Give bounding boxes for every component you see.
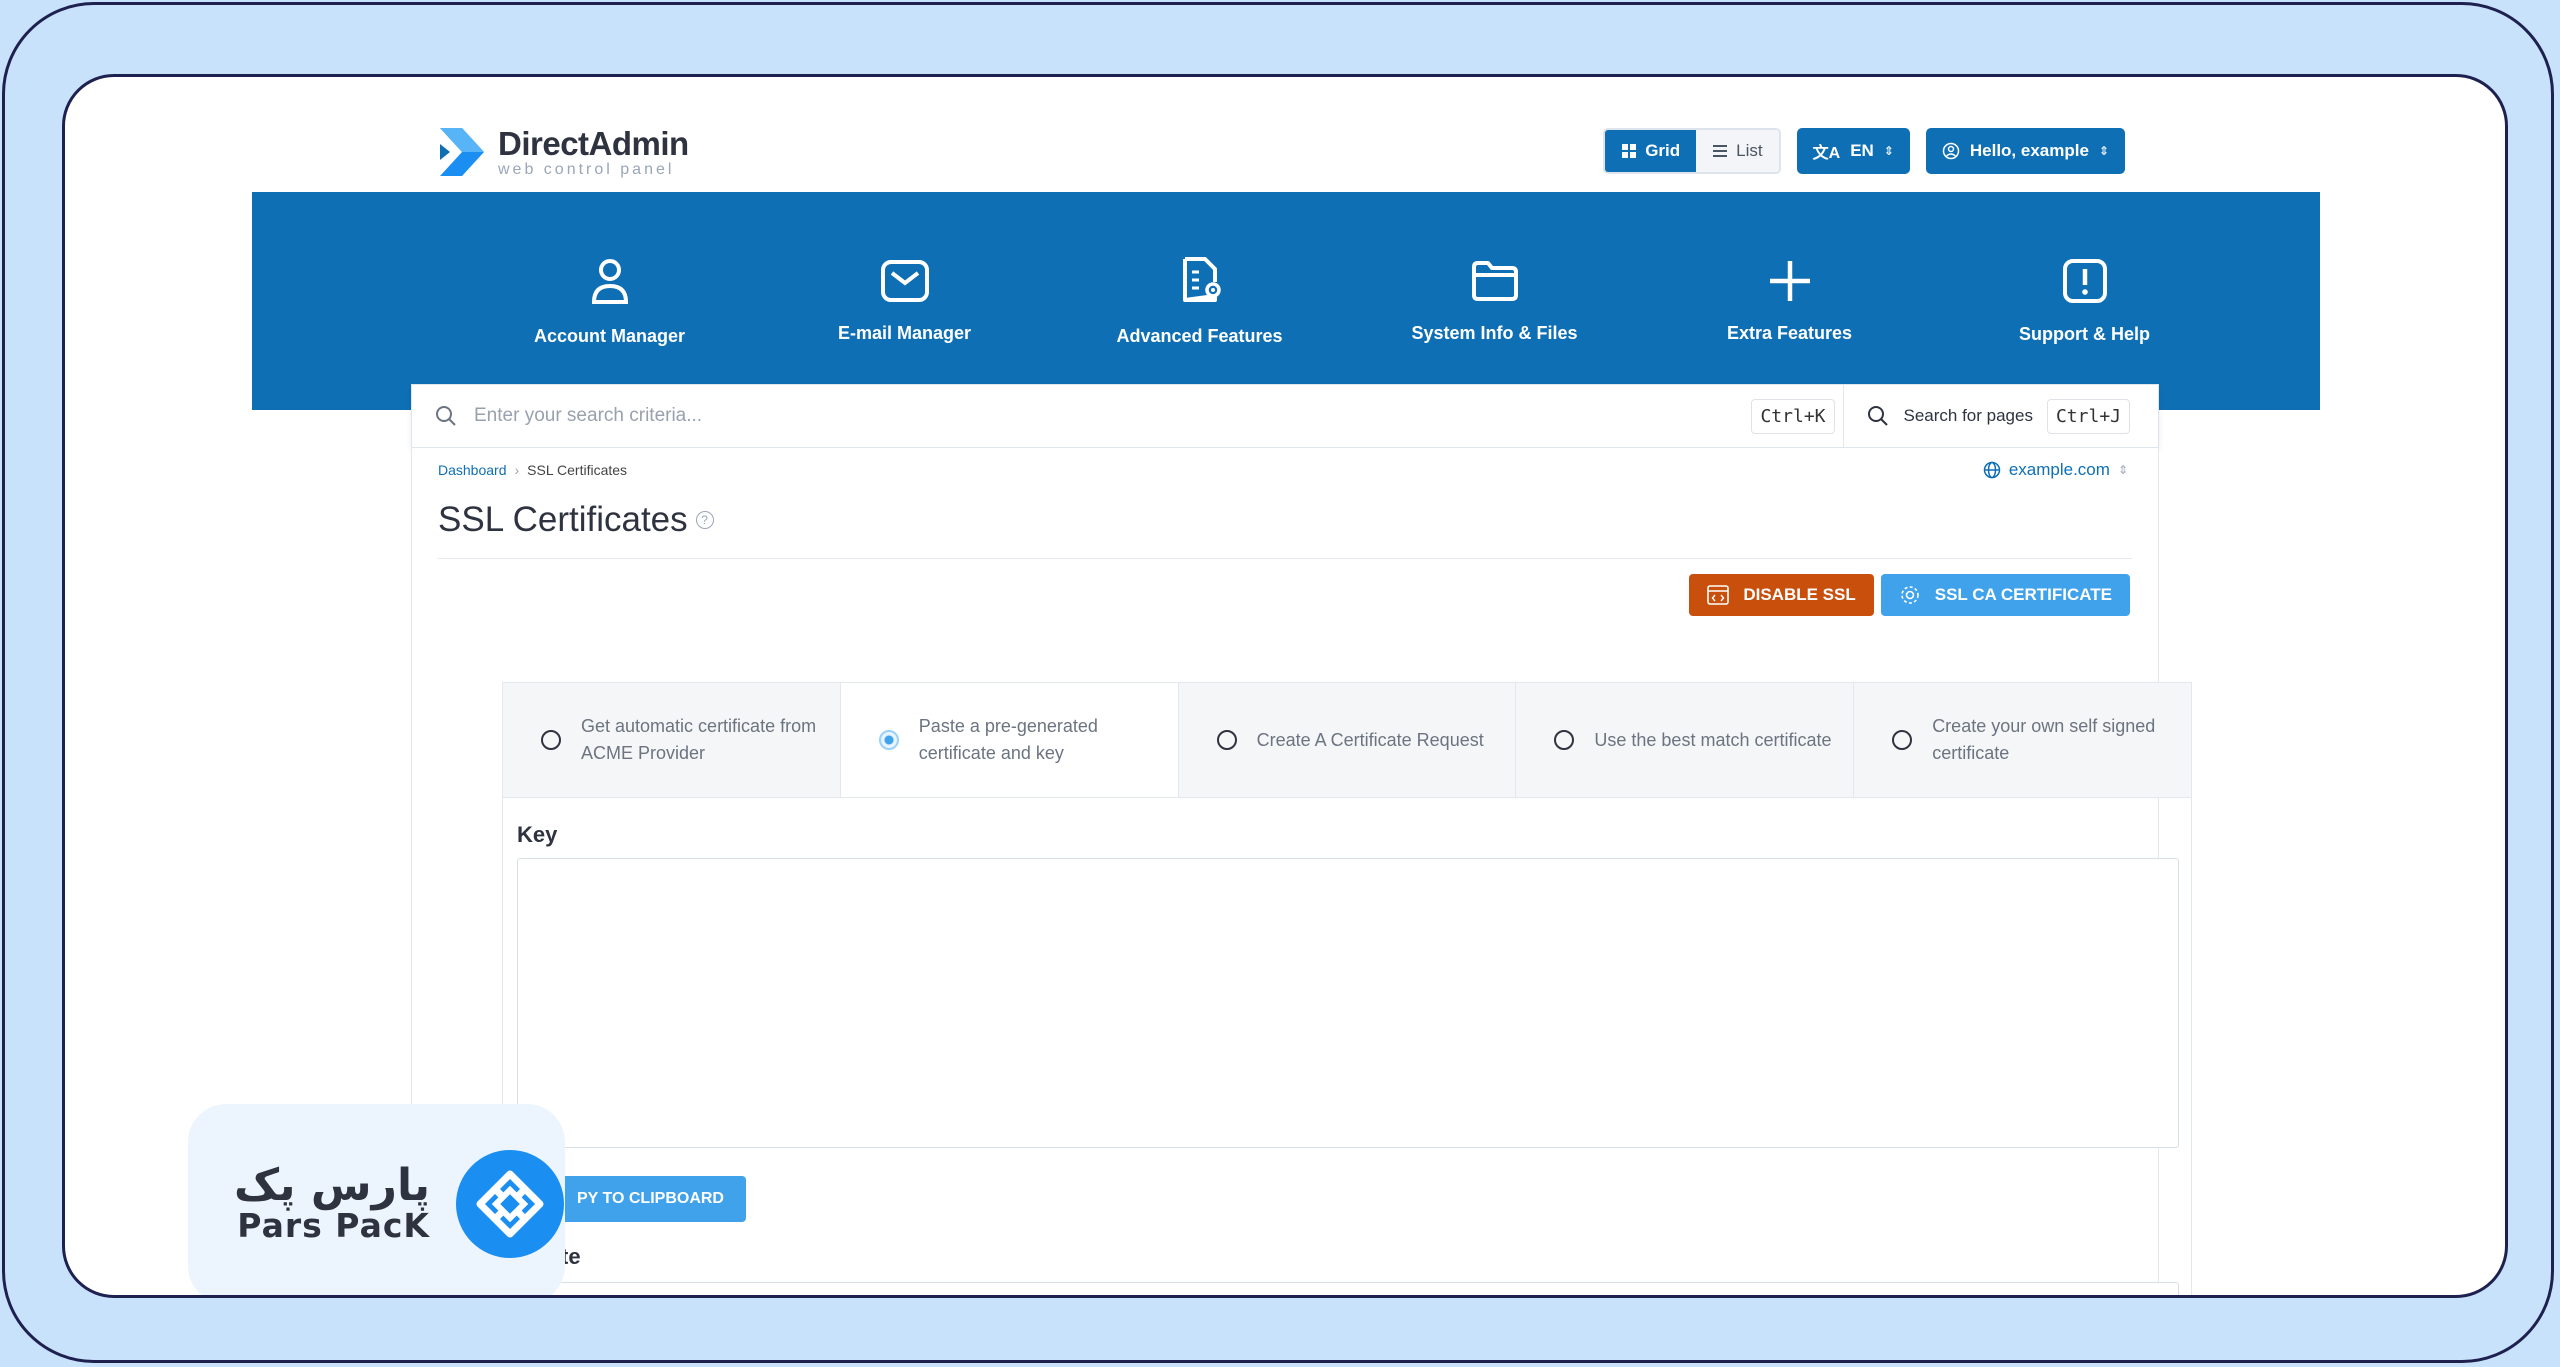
search-pages-label: Search for pages <box>1903 406 2033 425</box>
pages-shortcut: Ctrl+J <box>2046 398 2130 434</box>
brand-title: DirectAdmin <box>498 124 689 162</box>
main-nav-band: Account Manager E-mail Manager Advanced … <box>252 192 2320 410</box>
alert-icon <box>2062 258 2107 303</box>
search-bar: Ctrl+K Search for pages Ctrl+J <box>411 384 2159 448</box>
parspack-watermark: پارس پک Pars PacK <box>188 1104 565 1295</box>
nav-label: Advanced Features <box>1116 325 1283 346</box>
folder-icon <box>1471 260 1518 301</box>
browser-viewport: DirectAdmin web control panel Grid List … <box>62 74 2508 1298</box>
directadmin-logo-icon <box>440 128 484 176</box>
option-label: Paste a pre-generated certificate and ke… <box>918 716 1098 763</box>
option-best-match[interactable]: Use the best match certificate <box>1516 683 1855 797</box>
page-title-text: SSL Certificates <box>438 500 688 539</box>
divider <box>438 558 2132 559</box>
list-icon <box>1713 145 1728 157</box>
option-label: Create A Certificate Request <box>1256 729 1484 750</box>
search-shortcut: Ctrl+K <box>1751 398 1835 434</box>
action-buttons: DISABLE SSL SSL CA CERTIFICATE <box>1689 574 2130 616</box>
nav-label: Account Manager <box>533 325 686 346</box>
chevron-updown-icon: ⇕ <box>1883 144 1894 158</box>
search-pages-button[interactable]: Search for pages Ctrl+J <box>1844 385 2159 447</box>
certificate-form: Key PY TO CLIPBOARD ificate <box>502 798 2192 1295</box>
parspack-fa-text: پارس پک <box>234 1159 430 1211</box>
mail-icon <box>880 259 929 302</box>
nav-support-help[interactable]: Support & Help <box>1937 192 2232 410</box>
search-input[interactable] <box>474 405 1736 427</box>
outer-frame: DirectAdmin web control panel Grid List … <box>2 2 2554 1363</box>
code-window-icon <box>1707 585 1730 605</box>
option-label: Create your own self signed certificate <box>1932 716 2156 763</box>
option-paste-cert[interactable]: Paste a pre-generated certificate and ke… <box>840 683 1179 797</box>
domain-label: example.com <box>2008 460 2110 479</box>
nav-label: Extra Features <box>1726 322 1853 343</box>
parspack-en-text: Pars PacK <box>237 1205 430 1245</box>
key-label: Key <box>517 822 558 847</box>
breadcrumb-dashboard[interactable]: Dashboard <box>438 462 507 478</box>
ssl-ca-label: SSL CA CERTIFICATE <box>1934 585 2112 604</box>
nav-label: Support & Help <box>2019 323 2150 344</box>
grid-icon <box>1622 144 1637 158</box>
breadcrumb-separator: › <box>514 462 520 478</box>
list-view-button[interactable]: List <box>1696 130 1779 172</box>
page-title: SSL Certificates ? <box>438 500 714 540</box>
ssl-ca-certificate-button[interactable]: SSL CA CERTIFICATE <box>1880 574 2130 616</box>
nav-account-manager[interactable]: Account Manager <box>462 192 757 410</box>
radio-button[interactable] <box>1892 730 1913 750</box>
directadmin-logo[interactable]: DirectAdmin web control panel <box>436 124 689 180</box>
breadcrumb: Dashboard › SSL Certificates <box>438 462 627 478</box>
nav-email-manager[interactable]: E-mail Manager <box>757 192 1052 410</box>
user-greeting: Hello, example <box>1969 141 2089 160</box>
option-label: Use the best match certificate <box>1594 729 1832 750</box>
option-label: Get automatic certificate from ACME Prov… <box>581 716 817 763</box>
nav-system-info-files[interactable]: System Info & Files <box>1347 192 1642 410</box>
search-icon <box>1867 406 1888 426</box>
main-content: Dashboard › SSL Certificates example.com… <box>411 448 2192 1295</box>
radio-button[interactable] <box>541 730 561 750</box>
file-gear-icon <box>1182 256 1221 302</box>
gear-icon <box>1900 586 1919 604</box>
globe-icon <box>1983 461 2001 479</box>
disable-ssl-label: DISABLE SSL <box>1743 585 1856 604</box>
nav-label: System Info & Files <box>1411 322 1578 343</box>
nav-label: E-mail Manager <box>837 322 972 343</box>
user-icon <box>591 258 628 304</box>
user-menu[interactable]: Hello, example ⇕ <box>1925 128 2125 174</box>
translate-icon: 文A <box>1812 145 1841 162</box>
view-toggle: Grid List <box>1603 128 1781 174</box>
radio-button[interactable] <box>1216 730 1237 750</box>
nav-advanced-features[interactable]: Advanced Features <box>1052 192 1347 410</box>
plus-icon <box>1769 260 1810 301</box>
search-main: Ctrl+K <box>412 385 1844 447</box>
option-cert-request[interactable]: Create A Certificate Request <box>1178 683 1517 797</box>
parspack-wordmark: پارس پک Pars PacK <box>234 1159 430 1245</box>
grid-view-button[interactable]: Grid <box>1605 130 1697 172</box>
disable-ssl-button[interactable]: DISABLE SSL <box>1689 574 1874 616</box>
parspack-logo-icon <box>455 1150 564 1258</box>
ssl-mode-options: Get automatic certificate from ACME Prov… <box>502 682 2192 798</box>
radio-button-selected[interactable] <box>878 730 899 750</box>
grid-label: Grid <box>1645 141 1681 160</box>
search-icon <box>436 406 456 426</box>
list-label: List <box>1736 141 1763 160</box>
option-acme[interactable]: Get automatic certificate from ACME Prov… <box>503 683 841 797</box>
certificate-textarea[interactable] <box>517 1282 2179 1295</box>
chevron-updown-icon: ⇕ <box>2117 463 2128 477</box>
language-selector[interactable]: 文A EN ⇕ <box>1796 128 1910 174</box>
chevron-updown-icon: ⇕ <box>2098 144 2109 158</box>
breadcrumb-current: SSL Certificates <box>527 462 628 478</box>
top-controls: Grid List 文A EN ⇕ Hello, example ⇕ <box>1603 128 2125 174</box>
main-nav: Account Manager E-mail Manager Advanced … <box>462 192 2232 410</box>
brand-subtitle: web control panel <box>498 160 675 178</box>
key-textarea[interactable] <box>517 858 2179 1148</box>
help-icon[interactable]: ? <box>695 511 714 529</box>
nav-extra-features[interactable]: Extra Features <box>1642 192 1937 410</box>
language-label: EN <box>1850 141 1874 160</box>
radio-button[interactable] <box>1554 730 1575 750</box>
option-self-signed[interactable]: Create your own self signed certificate <box>1854 683 2191 797</box>
user-circle-icon <box>1942 142 1960 160</box>
domain-selector[interactable]: example.com ⇕ <box>1983 460 2128 480</box>
